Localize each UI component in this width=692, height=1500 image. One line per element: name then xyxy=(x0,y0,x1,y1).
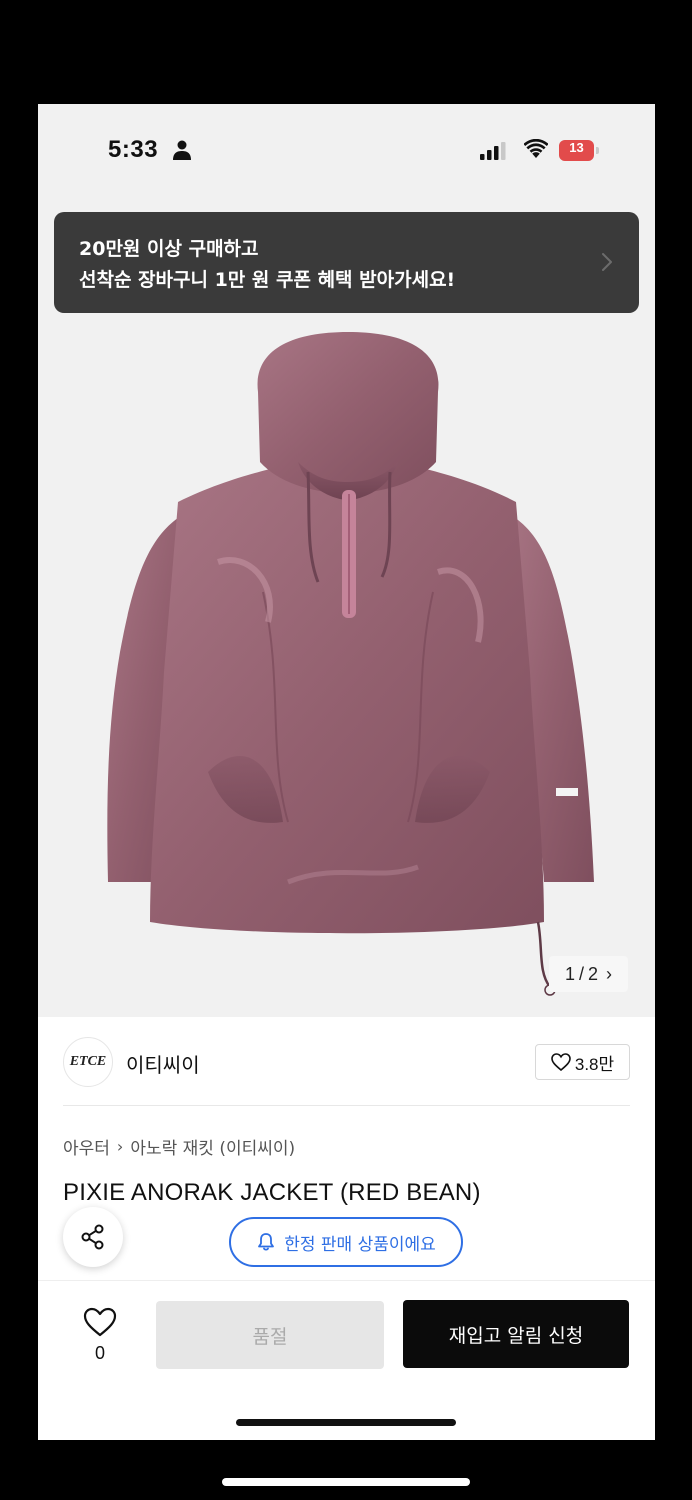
share-button[interactable] xyxy=(63,1207,123,1267)
promo-line-2: 선착순 장바구니 1만 원 쿠폰 혜택 받아가세요! xyxy=(79,269,456,291)
heart-icon xyxy=(551,1053,571,1071)
image-counter-total: 2 xyxy=(588,963,599,984)
limited-sale-label: 한정 판매 상품이에요 xyxy=(284,1234,436,1255)
promo-banner[interactable]: 20만원 이상 구매하고 선착순 장바구니 1만 원 쿠폰 혜택 받아가세요! xyxy=(54,212,639,313)
product-title: PIXIE ANORAK JACKET (RED BEAN) xyxy=(63,1179,481,1206)
bell-icon xyxy=(258,1233,275,1251)
limited-sale-badge[interactable]: 한정 판매 상품이에요 xyxy=(229,1217,463,1267)
battery-icon: 13 xyxy=(559,140,599,161)
brand-name[interactable]: 이티씨이 xyxy=(126,1049,200,1078)
person-icon xyxy=(173,140,191,160)
breadcrumb-item-outer[interactable]: 아우터 xyxy=(63,1134,110,1159)
chevron-right-icon: › xyxy=(606,963,613,984)
battery-level: 13 xyxy=(569,140,584,155)
product-image[interactable] xyxy=(38,322,655,1017)
home-indicator xyxy=(236,1419,456,1426)
wifi-icon xyxy=(524,139,548,158)
breadcrumb-item-anorak[interactable]: 아노락 재킷 (이티씨이) xyxy=(130,1134,295,1159)
wish-count: 0 xyxy=(94,1343,105,1363)
status-time: 5:33 xyxy=(108,136,159,163)
signal-icon xyxy=(480,142,506,160)
restock-alert-button[interactable]: 재입고 알림 신청 xyxy=(403,1300,629,1368)
heart-icon[interactable] xyxy=(83,1307,117,1337)
brand-logo-text: ETCE xyxy=(69,1054,107,1069)
image-counter-current: 1 xyxy=(564,963,575,984)
outer-home-indicator xyxy=(222,1478,470,1486)
brand-like-count: 3.8만 xyxy=(574,1054,615,1074)
image-counter-separator: / xyxy=(578,963,584,984)
bottom-action-bar: 0 품절 재입고 알림 신청 xyxy=(38,1280,655,1440)
breadcrumb: 아우터 › 아노락 재킷 (이티씨이) xyxy=(63,1134,295,1159)
chevron-right-icon xyxy=(602,253,612,271)
status-bar: 5:33 13 xyxy=(38,104,655,194)
breadcrumb-separator: › xyxy=(116,1137,124,1156)
divider xyxy=(63,1105,630,1106)
phone-screen: 5:33 13 20만원 이상 구매하고 선착순 장바구니 1만 원 쿠폰 혜택… xyxy=(38,104,655,1440)
soldout-button[interactable]: 품절 xyxy=(156,1301,384,1369)
image-counter[interactable]: 1 / 2 › xyxy=(549,956,628,992)
brand-logo[interactable]: ETCE xyxy=(63,1037,113,1087)
share-icon xyxy=(81,1224,104,1250)
brand-like-button[interactable]: 3.8만 xyxy=(535,1044,630,1080)
promo-line-1: 20만원 이상 구매하고 xyxy=(79,238,259,260)
